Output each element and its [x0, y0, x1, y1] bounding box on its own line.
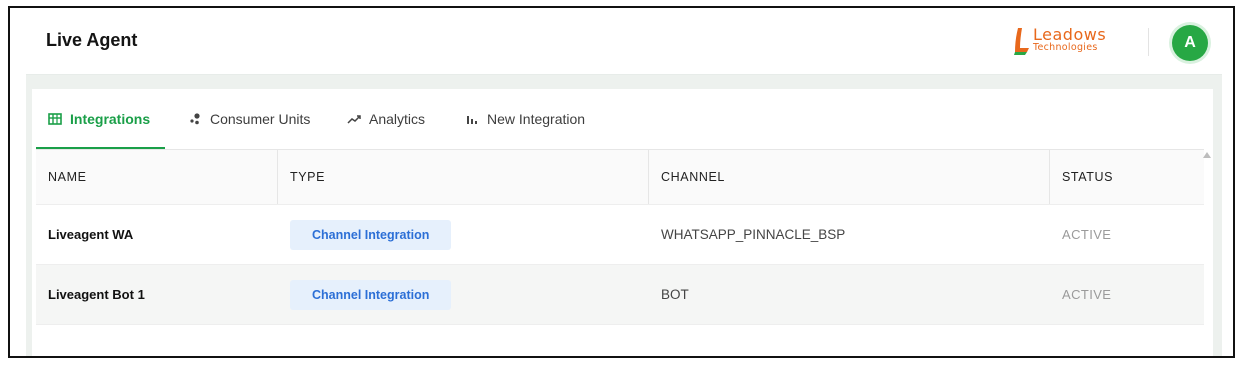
status-badge: ACTIVE — [1062, 227, 1112, 242]
type-cell: Channel Integration — [278, 205, 649, 264]
bar-chart-icon — [467, 116, 477, 124]
column-header-channel[interactable]: CHANNEL — [649, 150, 1050, 204]
type-cell: Channel Integration — [278, 265, 649, 324]
channel-cell: WHATSAPP_PINNACLE_BSP — [661, 227, 846, 242]
channel-cell: BOT — [661, 287, 689, 302]
table-header-row: NAME TYPE CHANNEL STATUS — [36, 150, 1204, 205]
table-row[interactable]: Liveagent Bot 1 Channel Integration BOT … — [36, 265, 1204, 325]
trend-icon — [347, 115, 361, 124]
table-icon — [48, 113, 62, 125]
tab-new-integration[interactable]: New Integration — [465, 89, 585, 149]
tab-label: Integrations — [70, 111, 151, 127]
tab-integrations[interactable]: Integrations — [48, 89, 150, 149]
tab-label: Analytics — [369, 111, 426, 127]
table-scrollbar[interactable] — [1203, 152, 1213, 352]
table-row[interactable]: Liveagent WA Channel Integration WHATSAP… — [36, 205, 1204, 265]
top-bar: Live Agent Leadows Technologies A — [26, 8, 1222, 75]
avatar[interactable]: A — [1172, 25, 1208, 61]
brand-subtitle: Technologies — [1033, 42, 1098, 53]
tab-bar: Integrations Consumer Units Analytics Ne… — [32, 89, 1213, 149]
column-header-status[interactable]: STATUS — [1050, 150, 1204, 204]
brand-mark-icon — [1014, 28, 1029, 55]
page-title: Live Agent — [46, 30, 138, 50]
status-badge: ACTIVE — [1062, 287, 1112, 302]
type-badge: Channel Integration — [290, 279, 452, 310]
integrations-card: Integrations Consumer Units Analytics Ne… — [32, 89, 1213, 356]
tab-analytics[interactable]: Analytics — [347, 89, 425, 149]
scroll-up-arrow-icon[interactable] — [1203, 152, 1211, 158]
column-header-name[interactable]: NAME — [36, 150, 278, 204]
type-badge: Channel Integration — [290, 219, 452, 250]
integration-name: Liveagent WA — [48, 227, 134, 242]
tab-label: New Integration — [487, 111, 586, 127]
tab-label: Consumer Units — [210, 111, 311, 127]
integration-name: Liveagent Bot 1 — [48, 287, 145, 302]
app-window: Live Agent Leadows Technologies A Integr… — [8, 6, 1235, 358]
brand-logo: Leadows Technologies — [1011, 24, 1131, 60]
integrations-table: NAME TYPE CHANNEL STATUS Liveagent WA Ch… — [36, 149, 1204, 325]
column-header-type[interactable]: TYPE — [278, 150, 649, 204]
header-divider — [1148, 28, 1149, 56]
tab-consumer-units[interactable]: Consumer Units — [188, 89, 310, 149]
users-icon — [190, 113, 200, 125]
